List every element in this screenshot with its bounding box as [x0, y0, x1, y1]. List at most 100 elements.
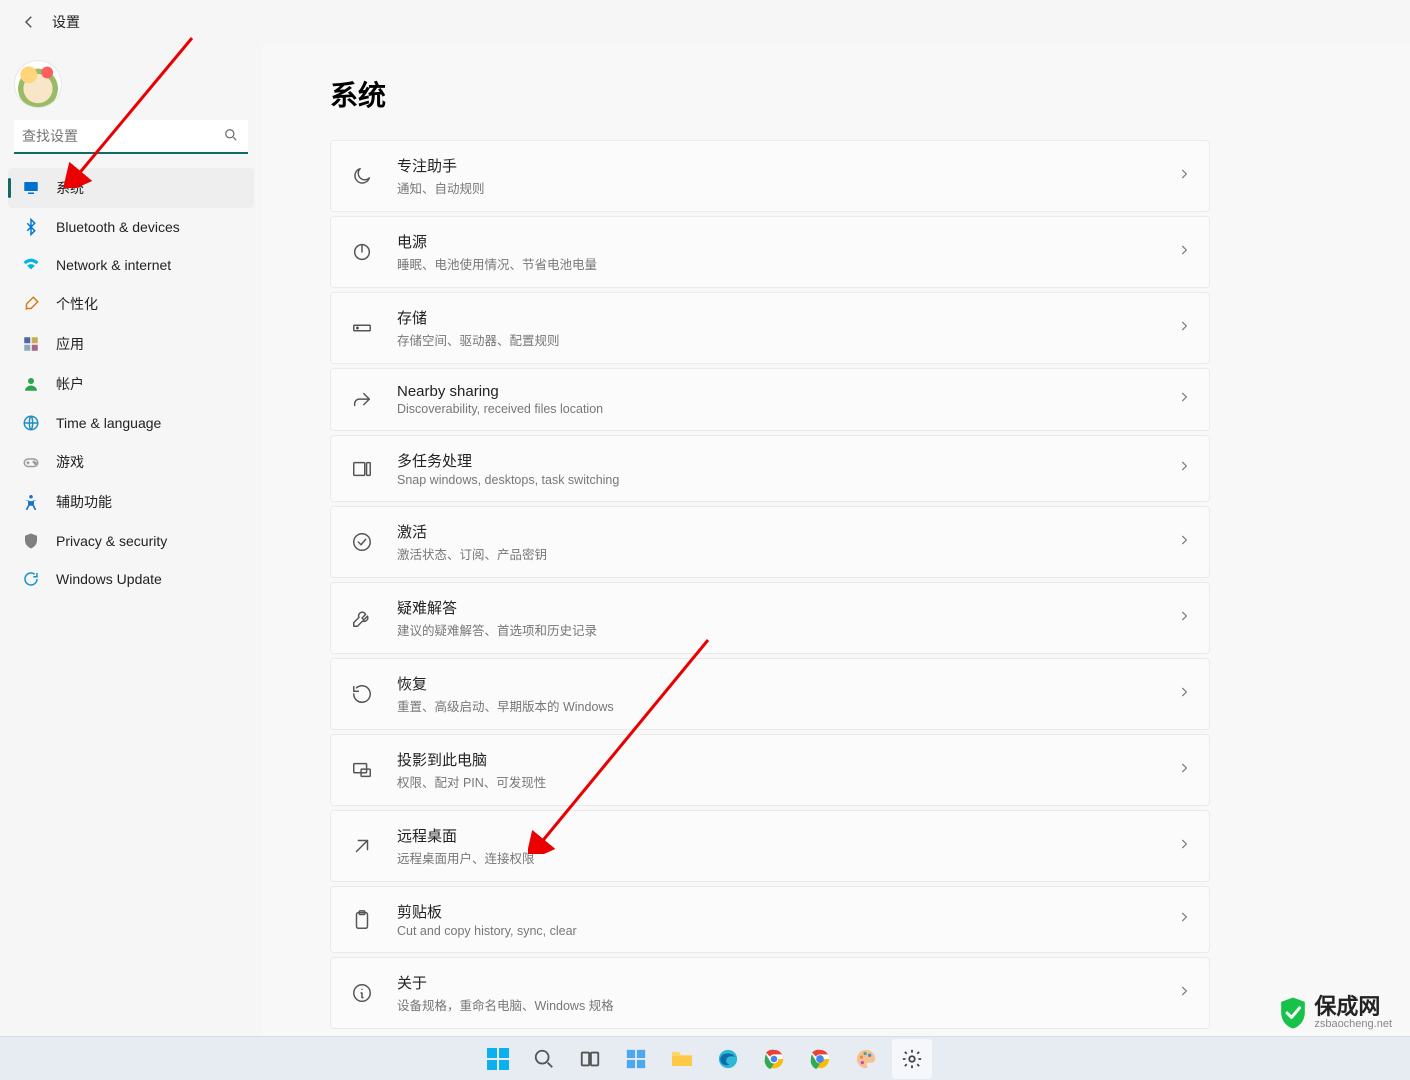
setting-item-3[interactable]: Nearby sharing Discoverability, received…	[330, 368, 1210, 431]
share-icon	[349, 387, 375, 413]
setting-item-7[interactable]: 恢复 重置、高级启动、早期版本的 Windows	[330, 658, 1210, 730]
setting-title: 电源	[397, 231, 1177, 252]
chevron-right-icon	[1177, 984, 1191, 1003]
setting-title: 关于	[397, 972, 1177, 993]
sidebar: 系统 Bluetooth & devices Network & internet 个…	[0, 44, 262, 1036]
search-input[interactable]	[14, 120, 248, 154]
chevron-right-icon	[1177, 167, 1191, 186]
setting-sub: Cut and copy history, sync, clear	[397, 924, 1177, 938]
project-icon	[349, 757, 375, 783]
window-header: 设置	[0, 0, 1410, 44]
check-icon	[349, 529, 375, 555]
search-button[interactable]	[524, 1039, 564, 1079]
sidebar-item-label: 系统	[56, 178, 84, 198]
setting-sub: 睡眠、电池使用情况、节省电池电量	[397, 254, 1177, 273]
clipboard-icon	[349, 907, 375, 933]
sidebar-item-label: 个性化	[56, 294, 98, 314]
chevron-right-icon	[1177, 837, 1191, 856]
search-wrap	[14, 120, 248, 154]
setting-item-11[interactable]: 关于 设备规格，重命名电脑、Windows 规格	[330, 957, 1210, 1029]
setting-sub: Snap windows, desktops, task switching	[397, 473, 1177, 487]
chrome-button-1[interactable]	[754, 1039, 794, 1079]
sidebar-item-10[interactable]: Windows Update	[8, 560, 254, 598]
sidebar-item-label: Time & language	[56, 415, 161, 431]
taskview-button[interactable]	[570, 1039, 610, 1079]
sidebar-item-2[interactable]: Network & internet	[8, 246, 254, 284]
setting-title: 远程桌面	[397, 825, 1177, 846]
sidebar-item-label: 帐户	[56, 374, 84, 394]
paint-button[interactable]	[846, 1039, 886, 1079]
chevron-right-icon	[1177, 685, 1191, 704]
sidebar-item-0[interactable]: 系统	[8, 168, 254, 208]
setting-sub: 存储空间、驱动器、配置规则	[397, 330, 1177, 349]
setting-sub: 远程桌面用户、连接权限	[397, 848, 1177, 867]
settings-button[interactable]	[892, 1039, 932, 1079]
brush-icon	[22, 295, 40, 313]
sidebar-item-5[interactable]: 帐户	[8, 364, 254, 404]
setting-sub: Discoverability, received files location	[397, 402, 1177, 416]
setting-item-10[interactable]: 剪贴板 Cut and copy history, sync, clear	[330, 886, 1210, 953]
chrome-button-2[interactable]	[800, 1039, 840, 1079]
chevron-right-icon	[1177, 243, 1191, 262]
setting-item-5[interactable]: 激活 激活状态、订阅、产品密钥	[330, 506, 1210, 578]
watermark-brand: 保成网	[1314, 996, 1392, 1018]
remote-icon	[349, 833, 375, 859]
display-icon	[22, 179, 40, 197]
chevron-right-icon	[1177, 319, 1191, 338]
globe-icon	[22, 414, 40, 432]
sidebar-item-6[interactable]: Time & language	[8, 404, 254, 442]
bluetooth-icon	[22, 218, 40, 236]
wifi-icon	[22, 256, 40, 274]
back-icon[interactable]	[20, 13, 38, 31]
multitask-icon	[349, 456, 375, 482]
game-icon	[22, 453, 40, 471]
setting-sub: 重置、高级启动、早期版本的 Windows	[397, 696, 1177, 715]
setting-item-0[interactable]: 专注助手 通知、自动规则	[330, 140, 1210, 212]
recovery-icon	[349, 681, 375, 707]
setting-sub: 权限、配对 PIN、可发现性	[397, 772, 1177, 791]
sidebar-item-4[interactable]: 应用	[8, 324, 254, 364]
setting-item-6[interactable]: 疑难解答 建议的疑难解答、首选项和历史记录	[330, 582, 1210, 654]
sidebar-item-label: 应用	[56, 334, 84, 354]
sidebar-item-label: Privacy & security	[56, 533, 167, 549]
sidebar-item-7[interactable]: 游戏	[8, 442, 254, 482]
setting-item-9[interactable]: 远程桌面 远程桌面用户、连接权限	[330, 810, 1210, 882]
setting-title: 激活	[397, 521, 1177, 542]
avatar[interactable]	[14, 60, 62, 108]
info-icon	[349, 980, 375, 1006]
setting-item-2[interactable]: 存储 存储空间、驱动器、配置规则	[330, 292, 1210, 364]
sidebar-item-1[interactable]: Bluetooth & devices	[8, 208, 254, 246]
update-icon	[22, 570, 40, 588]
content-area: 系统 专注助手 通知、自动规则 电源 睡眠、电池使用情况、节省电池电量 存储 存…	[262, 44, 1410, 1036]
setting-item-1[interactable]: 电源 睡眠、电池使用情况、节省电池电量	[330, 216, 1210, 288]
sidebar-item-8[interactable]: 辅助功能	[8, 482, 254, 522]
widgets-button[interactable]	[616, 1039, 656, 1079]
sidebar-item-label: Network & internet	[56, 257, 171, 273]
setting-title: 恢复	[397, 673, 1177, 694]
storage-icon	[349, 315, 375, 341]
moon-icon	[349, 163, 375, 189]
start-button[interactable]	[478, 1039, 518, 1079]
window-title: 设置	[52, 12, 80, 32]
search-icon	[224, 128, 238, 147]
setting-item-8[interactable]: 投影到此电脑 权限、配对 PIN、可发现性	[330, 734, 1210, 806]
sidebar-item-label: 辅助功能	[56, 492, 112, 512]
sidebar-item-label: Windows Update	[56, 571, 162, 587]
user-icon	[22, 375, 40, 393]
sidebar-item-3[interactable]: 个性化	[8, 284, 254, 324]
setting-item-4[interactable]: 多任务处理 Snap windows, desktops, task switc…	[330, 435, 1210, 502]
explorer-button[interactable]	[662, 1039, 702, 1079]
chevron-right-icon	[1177, 533, 1191, 552]
taskbar	[0, 1036, 1410, 1080]
setting-title: 疑难解答	[397, 597, 1177, 618]
setting-title: 投影到此电脑	[397, 749, 1177, 770]
setting-sub: 建议的疑难解答、首选项和历史记录	[397, 620, 1177, 639]
chevron-right-icon	[1177, 390, 1191, 409]
watermark-url: zsbaocheng.net	[1314, 1018, 1392, 1030]
shield-icon	[22, 532, 40, 550]
sidebar-item-9[interactable]: Privacy & security	[8, 522, 254, 560]
edge-button[interactable]	[708, 1039, 748, 1079]
watermark: 保成网 zsbaocheng.net	[1278, 996, 1392, 1030]
wrench-icon	[349, 605, 375, 631]
setting-title: 剪贴板	[397, 901, 1177, 922]
